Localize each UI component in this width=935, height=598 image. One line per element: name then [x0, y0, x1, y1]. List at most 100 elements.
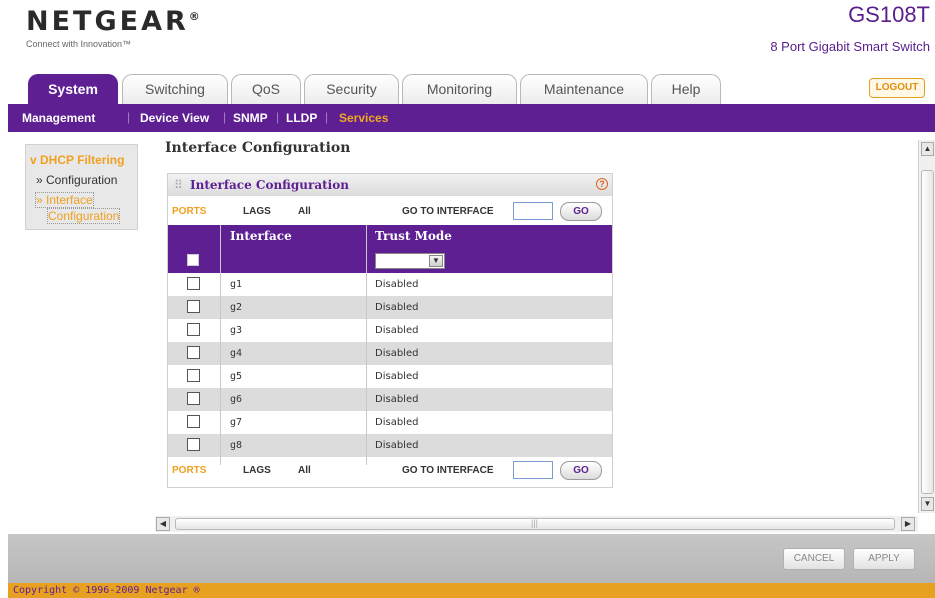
- scroll-right-icon[interactable]: ▶: [901, 517, 915, 531]
- interface-name: g2: [230, 302, 243, 313]
- interface-name: g3: [230, 325, 243, 336]
- help-icon[interactable]: ?: [596, 178, 608, 190]
- subnav-management[interactable]: Management: [22, 111, 95, 125]
- panel-header: ⠿ Interface Configuration ?: [168, 174, 612, 196]
- action-bar: CANCEL APPLY: [8, 534, 935, 583]
- filter-bar-bottom: PORTS LAGS All GO TO INTERFACE GO: [168, 459, 612, 483]
- trust-mode-value: Disabled: [375, 371, 419, 382]
- sidebar-item-configuration[interactable]: » Configuration: [36, 173, 117, 187]
- vertical-scrollbar[interactable]: ▲ ▼: [918, 140, 935, 513]
- interface-name: g1: [230, 279, 243, 290]
- horizontal-scrollbar[interactable]: ◀ ||| ▶: [155, 516, 918, 532]
- subnav-snmp[interactable]: SNMP: [233, 111, 268, 125]
- subnav-lldp[interactable]: LLDP: [286, 111, 317, 125]
- chevron-down-icon: ▼: [429, 255, 443, 267]
- table-row: g7 Disabled: [168, 411, 612, 434]
- scroll-down-icon[interactable]: ▼: [921, 497, 934, 511]
- tagline: Connect with Innovation™: [26, 39, 132, 49]
- sidebar-item-interface-configuration[interactable]: » Interface: [35, 192, 94, 208]
- interface-name: g5: [230, 371, 243, 382]
- scroll-thumb[interactable]: |||: [175, 518, 895, 530]
- copyright-footer: Copyright © 1996-2009 Netgear ®: [8, 583, 935, 598]
- row-checkbox[interactable]: [187, 415, 200, 428]
- chevron-down-icon: v: [30, 153, 41, 167]
- table-row: g4 Disabled: [168, 342, 612, 365]
- subnav-device-view[interactable]: Device View: [140, 111, 209, 125]
- table-header: Interface Trust Mode: [168, 225, 612, 247]
- trust-mode-value: Disabled: [375, 348, 419, 359]
- tab-qos[interactable]: QoS: [231, 74, 301, 104]
- table-row: g1 Disabled: [168, 273, 612, 296]
- column-divider: [366, 225, 367, 465]
- trust-mode-value: Disabled: [375, 394, 419, 405]
- goto-interface-label: GO TO INTERFACE: [402, 206, 494, 217]
- goto-interface-input[interactable]: [513, 202, 553, 220]
- grip-icon: |||: [531, 518, 539, 528]
- trust-mode-value: Disabled: [375, 325, 419, 336]
- row-checkbox[interactable]: [187, 392, 200, 405]
- table-row: g3 Disabled: [168, 319, 612, 342]
- row-checkbox[interactable]: [187, 277, 200, 290]
- cancel-button[interactable]: CANCEL: [783, 548, 845, 570]
- row-checkbox[interactable]: [187, 346, 200, 359]
- goto-interface-label: GO TO INTERFACE: [402, 465, 494, 476]
- row-checkbox[interactable]: [187, 438, 200, 451]
- subnav-separator: |: [325, 110, 329, 124]
- row-checkbox[interactable]: [187, 369, 200, 382]
- header: NETGEAR® Connect with Innovation™ GS108T…: [8, 0, 935, 70]
- tab-system[interactable]: System: [28, 74, 118, 104]
- filter-lags[interactable]: LAGS: [243, 465, 271, 476]
- tab-security[interactable]: Security: [304, 74, 399, 104]
- sidebar-item-interface-configuration-line2[interactable]: Configuration: [46, 208, 121, 224]
- table-row: g6 Disabled: [168, 388, 612, 411]
- model-name: GS108T: [848, 2, 930, 27]
- filter-ports[interactable]: PORTS: [172, 465, 206, 476]
- interface-name: g8: [230, 440, 243, 451]
- filter-lags[interactable]: LAGS: [243, 206, 271, 217]
- grip-icon: ⠿: [174, 178, 183, 192]
- tab-switching[interactable]: Switching: [122, 74, 228, 104]
- scroll-thumb[interactable]: [921, 170, 934, 494]
- trust-mode-value: Disabled: [375, 417, 419, 428]
- set-all-row: ▼: [168, 247, 612, 273]
- trust-mode-value: Disabled: [375, 279, 419, 290]
- scroll-up-icon[interactable]: ▲: [921, 142, 934, 156]
- filter-ports[interactable]: PORTS: [172, 206, 206, 217]
- column-interface: Interface: [230, 229, 292, 243]
- filter-bar-top: PORTS LAGS All GO TO INTERFACE GO: [168, 200, 612, 224]
- scroll-left-icon[interactable]: ◀: [156, 517, 170, 531]
- main-tabs: System Switching QoS Security Monitoring…: [8, 72, 935, 104]
- tab-monitoring[interactable]: Monitoring: [402, 74, 517, 104]
- subnav-separator: |: [127, 110, 131, 124]
- subnav-services[interactable]: Services: [339, 111, 388, 125]
- panel-title: Interface Configuration: [190, 178, 349, 192]
- trust-mode-select[interactable]: ▼: [375, 253, 445, 269]
- go-button[interactable]: GO: [560, 461, 602, 480]
- table-row: g2 Disabled: [168, 296, 612, 319]
- apply-button[interactable]: APPLY: [853, 548, 915, 570]
- column-divider: [220, 225, 221, 465]
- column-trust-mode: Trust Mode: [375, 229, 452, 243]
- go-button[interactable]: GO: [560, 202, 602, 221]
- interface-config-panel: ⠿ Interface Configuration ? PORTS LAGS A…: [167, 173, 613, 488]
- filter-all[interactable]: All: [298, 465, 311, 476]
- page-title: Interface Configuration: [165, 140, 351, 156]
- table-row: g8 Disabled: [168, 434, 612, 457]
- sidebar-section-dhcp-filtering[interactable]: v DHCP Filtering: [30, 153, 124, 167]
- filter-all[interactable]: All: [298, 206, 311, 217]
- tab-help[interactable]: Help: [651, 74, 721, 104]
- row-checkbox[interactable]: [187, 323, 200, 336]
- goto-interface-input[interactable]: [513, 461, 553, 479]
- interface-name: g4: [230, 348, 243, 359]
- netgear-logo: NETGEAR®: [26, 6, 200, 37]
- table-row: g5 Disabled: [168, 365, 612, 388]
- tab-maintenance[interactable]: Maintenance: [520, 74, 648, 104]
- sub-navigation: Management | Device View | SNMP | LLDP |…: [8, 104, 935, 132]
- interface-name: g7: [230, 417, 243, 428]
- logout-button[interactable]: LOGOUT: [869, 78, 925, 98]
- interface-name: g6: [230, 394, 243, 405]
- select-all-checkbox[interactable]: [187, 254, 199, 266]
- subnav-separator: |: [223, 110, 227, 124]
- left-sidebar: v DHCP Filtering » Configuration » Inter…: [25, 144, 138, 230]
- row-checkbox[interactable]: [187, 300, 200, 313]
